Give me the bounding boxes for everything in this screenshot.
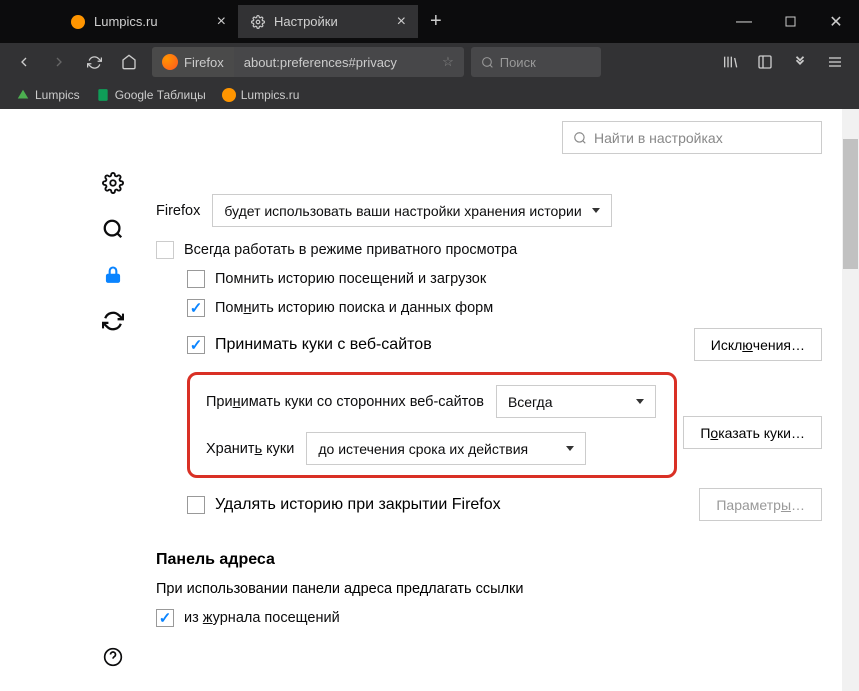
minimize-button[interactable]: — (721, 0, 767, 43)
menu-button[interactable] (819, 46, 851, 78)
bookmark-sheets[interactable]: Google Таблицы (90, 85, 212, 105)
show-cookies-button[interactable]: Показать куки… (683, 416, 822, 449)
select-value: будет использовать ваши настройки хранен… (224, 203, 581, 219)
bookmarks-bar: Lumpics Google Таблицы Lumpics.ru (0, 81, 859, 109)
new-tab-button[interactable]: + (418, 10, 454, 33)
close-window-button[interactable]: ✕ (813, 0, 859, 43)
checkbox-label: Помнить историю поиска и данных форм (215, 300, 493, 316)
back-button[interactable] (8, 46, 40, 78)
tab-lumpics[interactable]: Lumpics.ru × (58, 5, 238, 38)
highlight-box: Принимать куки со сторонних веб-сайтов В… (187, 372, 677, 478)
preferences-main: Найти в настройках Firefox будет использ… (138, 109, 842, 691)
lock-icon (103, 265, 123, 285)
checkbox-label: из журнала посещений (184, 610, 340, 626)
clear-on-close-checkbox[interactable] (187, 496, 205, 514)
checkbox-label: Всегда работать в режиме приватного прос… (184, 242, 517, 258)
exceptions-button[interactable]: Исключения… (694, 328, 822, 361)
close-icon[interactable]: × (217, 13, 226, 31)
tab-settings[interactable]: Настройки × (238, 5, 418, 38)
thirdparty-label: Принимать куки со сторонних веб-сайтов (206, 394, 484, 410)
tab-favicon-icon (70, 14, 86, 30)
clear-settings-button[interactable]: Параметры… (699, 488, 822, 521)
always-private-checkbox[interactable] (156, 241, 174, 259)
from-history-checkbox[interactable] (156, 609, 174, 627)
close-icon[interactable]: × (397, 13, 406, 31)
sidebar-general[interactable] (88, 169, 138, 197)
url-prefix-label: Firefox (184, 55, 224, 70)
select-value: до истечения срока их действия (318, 441, 528, 457)
addressbar-desc: При использовании панели адреса предлага… (156, 581, 822, 597)
select-value: Всегда (508, 394, 553, 410)
checkbox-label: Удалять историю при закрытии Firefox (215, 496, 501, 514)
checkbox-label: Принимать куки с веб-сайтов (215, 336, 432, 354)
tab-label: Lumpics.ru (94, 14, 158, 29)
search-placeholder: Найти в настройках (594, 130, 723, 146)
search-icon (102, 218, 124, 240)
url-input[interactable]: about:preferences#privacy ☆ (234, 47, 464, 77)
addressbar-section-title: Панель адреса (156, 551, 822, 569)
chevron-down-icon (566, 446, 574, 451)
titlebar: Lumpics.ru × Настройки × + — ✕ (0, 0, 859, 43)
tab-label: Настройки (274, 14, 338, 29)
thirdparty-select[interactable]: Всегда (496, 385, 656, 418)
keep-until-select[interactable]: до истечения срока их действия (306, 432, 586, 465)
url-text: about:preferences#privacy (244, 55, 397, 70)
url-identity[interactable]: Firefox (152, 47, 234, 77)
preferences-search-input[interactable]: Найти в настройках (562, 121, 822, 154)
scrollbar[interactable] (842, 109, 859, 691)
firefox-icon (162, 54, 178, 70)
home-button[interactable] (113, 46, 145, 78)
history-mode-select[interactable]: будет использовать ваши настройки хранен… (212, 194, 612, 227)
chevron-down-icon (592, 208, 600, 213)
sync-icon (102, 310, 124, 332)
gear-icon (102, 172, 124, 194)
sidebar-sync[interactable] (88, 307, 138, 335)
search-icon (573, 131, 587, 145)
forward-button[interactable] (43, 46, 75, 78)
gear-icon (250, 14, 266, 30)
maximize-button[interactable] (767, 0, 813, 43)
sheets-icon (96, 88, 110, 102)
remember-forms-checkbox[interactable] (187, 299, 205, 317)
preferences-content: Найти в настройках Firefox будет использ… (0, 109, 842, 691)
search-placeholder: Поиск (500, 55, 536, 70)
search-input[interactable]: Поиск (471, 47, 601, 77)
help-icon (103, 647, 123, 667)
toolbar: Firefox about:preferences#privacy ☆ Поис… (0, 43, 859, 81)
sidebar-help[interactable] (88, 643, 138, 671)
drive-icon (16, 88, 30, 102)
firefox-label: Firefox (156, 203, 200, 219)
sidebar-privacy[interactable] (88, 261, 138, 289)
remember-history-checkbox[interactable] (187, 270, 205, 288)
library-button[interactable] (714, 46, 746, 78)
sidebar-search[interactable] (88, 215, 138, 243)
bookmark-star-icon[interactable]: ☆ (442, 54, 454, 70)
accept-cookies-checkbox[interactable] (187, 336, 205, 354)
overflow-button[interactable] (784, 46, 816, 78)
scrollbar-thumb[interactable] (843, 139, 858, 269)
keep-label: Хранить куки (206, 441, 294, 457)
search-icon (481, 56, 494, 69)
preferences-sidebar (0, 109, 138, 691)
bookmark-lumpicsru[interactable]: Lumpics.ru (216, 85, 306, 105)
site-icon (222, 88, 236, 102)
reload-button[interactable] (78, 46, 110, 78)
chevron-down-icon (636, 399, 644, 404)
checkbox-label: Помнить историю посещений и загрузок (215, 271, 486, 287)
bookmark-lumpics[interactable]: Lumpics (10, 85, 86, 105)
sidebar-button[interactable] (749, 46, 781, 78)
